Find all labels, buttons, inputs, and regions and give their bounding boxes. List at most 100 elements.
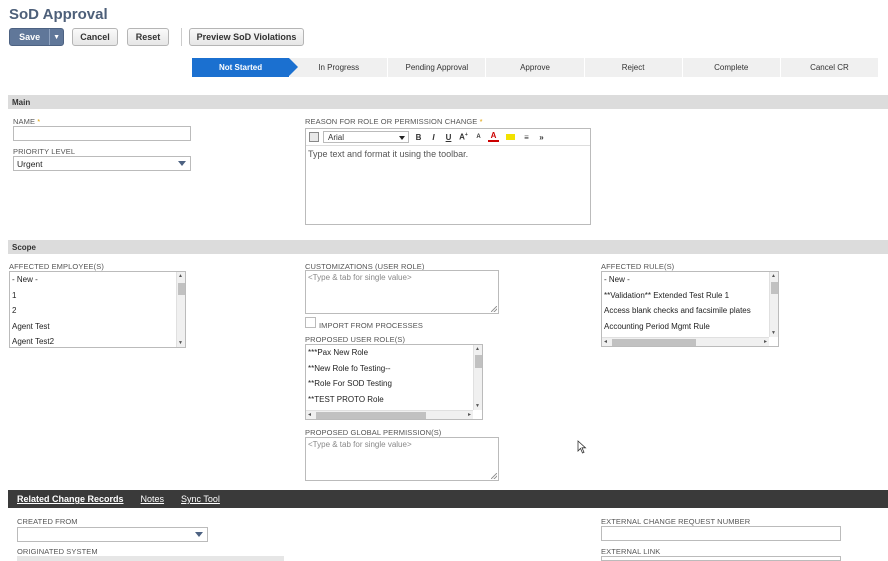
affected-rules-list[interactable]: - New - **Validation** Extended Test Rul…: [601, 271, 779, 347]
priority-level-value: Urgent: [17, 159, 43, 169]
scroll-up-icon[interactable]: ▲: [178, 273, 183, 279]
proposed-global-permissions-label: PROPOSED GLOBAL PERMISSION(S): [305, 428, 442, 437]
name-input[interactable]: [13, 126, 191, 141]
reason-label: REASON FOR ROLE OR PERMISSION CHANGE *: [305, 117, 483, 126]
scroll-down-icon[interactable]: ▼: [178, 340, 183, 346]
status-step-in-progress[interactable]: In Progress: [290, 58, 389, 77]
import-from-processes-label: IMPORT FROM PROCESSES: [319, 321, 423, 330]
underline-button[interactable]: U: [443, 133, 454, 142]
decrease-font-size-button[interactable]: A: [473, 134, 484, 140]
scroll-right-icon[interactable]: ▸: [764, 338, 767, 345]
list-item[interactable]: **TEST PROTO Role: [306, 392, 482, 408]
list-item[interactable]: ***Pax New Role: [306, 345, 482, 361]
format-icon[interactable]: [309, 132, 319, 142]
vertical-scrollbar[interactable]: ▲ ▼: [769, 272, 778, 337]
status-step-pending-approval[interactable]: Pending Approval: [388, 58, 487, 77]
highlight-color-icon[interactable]: [503, 133, 517, 142]
status-step-approve[interactable]: Approve: [486, 58, 585, 77]
list-item[interactable]: **New Role fo Testing--: [306, 361, 482, 377]
status-progress-bar: Not Started In Progress Pending Approval…: [192, 58, 879, 77]
required-marker: *: [37, 117, 41, 126]
priority-level-select[interactable]: Urgent: [13, 156, 191, 171]
tab-label: Sync Tool: [181, 494, 220, 504]
list-item[interactable]: - New -: [10, 272, 185, 288]
external-link-input[interactable]: [601, 556, 841, 561]
bold-button[interactable]: B: [413, 133, 424, 142]
section-header-scope: Scope: [8, 240, 888, 254]
list-item[interactable]: 1: [10, 288, 185, 304]
originated-system-label: ORIGINATED SYSTEM: [17, 547, 98, 556]
originated-system-field[interactable]: [17, 556, 284, 561]
affected-rules-label: AFFECTED RULE(S): [601, 262, 675, 271]
list-item[interactable]: 2: [10, 303, 185, 319]
tab-notes[interactable]: Notes: [141, 494, 165, 504]
scrollbar-thumb[interactable]: [475, 355, 482, 368]
font-family-select[interactable]: Arial: [323, 131, 409, 143]
external-change-request-number-label: EXTERNAL CHANGE REQUEST NUMBER: [601, 517, 751, 526]
align-icon[interactable]: ≡: [521, 133, 532, 142]
external-change-request-number-input[interactable]: [601, 526, 841, 541]
tab-related-change-records[interactable]: Related Change Records: [17, 494, 124, 504]
increase-font-size-button[interactable]: A+: [458, 132, 469, 142]
list-item[interactable]: Agent Test2: [10, 334, 185, 347]
font-color-button[interactable]: A: [488, 132, 499, 142]
italic-button[interactable]: I: [428, 133, 439, 142]
chevron-down-icon: [195, 532, 203, 537]
reason-editor-placeholder: Type text and format it using the toolba…: [308, 149, 469, 159]
status-step-reject[interactable]: Reject: [585, 58, 683, 77]
resize-handle-icon[interactable]: [491, 306, 497, 312]
scrollbar-thumb[interactable]: [612, 339, 696, 346]
tab-label: Notes: [140, 494, 165, 504]
resize-handle-icon[interactable]: [491, 473, 497, 479]
horizontal-scrollbar[interactable]: ◂ ▸: [602, 337, 769, 346]
rich-text-toolbar: Arial B I U A+ A A ≡ »: [306, 129, 590, 146]
reason-rich-text-editor[interactable]: Arial B I U A+ A A ≡ » Type text and for…: [305, 128, 591, 225]
chevron-down-icon: [178, 161, 186, 166]
proposed-user-roles-label: PROPOSED USER ROLE(S): [305, 335, 406, 344]
save-menu-arrow-icon[interactable]: ▼: [49, 29, 63, 45]
section-header-main: Main: [8, 95, 888, 109]
status-step-complete[interactable]: Complete: [683, 58, 781, 77]
scroll-down-icon[interactable]: ▼: [771, 330, 776, 336]
save-button[interactable]: Save ▼: [9, 28, 64, 46]
import-from-processes-checkbox[interactable]: [305, 317, 316, 328]
created-from-select[interactable]: [17, 527, 208, 542]
scroll-left-icon[interactable]: ◂: [308, 411, 311, 418]
scroll-right-icon[interactable]: ▸: [468, 411, 471, 418]
cancel-button[interactable]: Cancel: [72, 28, 118, 46]
decrease-font-icon: A: [476, 134, 481, 140]
customizations-placeholder: <Type & tab for single value>: [308, 273, 412, 282]
proposed-global-permissions-textarea[interactable]: <Type & tab for single value>: [305, 437, 499, 481]
customizations-textarea[interactable]: <Type & tab for single value>: [305, 270, 499, 314]
tab-sync-tool[interactable]: Sync Tool: [181, 494, 220, 504]
affected-employees-list[interactable]: - New - 1 2 Agent Test Agent Test2 ▲ ▼: [9, 271, 186, 348]
list-item[interactable]: Access blank checks and facsimile plates: [602, 303, 778, 319]
toolbar-separator: [181, 28, 182, 46]
preview-sod-violations-button[interactable]: Preview SoD Violations: [189, 28, 304, 46]
vertical-scrollbar[interactable]: ▲ ▼: [473, 345, 482, 410]
scrollbar-thumb[interactable]: [316, 412, 426, 419]
scroll-up-icon[interactable]: ▲: [771, 273, 776, 279]
list-item[interactable]: Agent Test: [10, 319, 185, 335]
list-item[interactable]: Accounting Period Mgmt Rule: [602, 319, 778, 335]
priority-level-label: PRIORITY LEVEL: [13, 147, 76, 156]
list-item[interactable]: **Validation** Extended Test Rule 1: [602, 288, 778, 304]
reset-button[interactable]: Reset: [127, 28, 169, 46]
list-item[interactable]: **Role For SOD Testing: [306, 376, 482, 392]
proposed-user-roles-list[interactable]: ***Pax New Role **New Role fo Testing-- …: [305, 344, 483, 420]
status-step-not-started[interactable]: Not Started: [192, 58, 299, 77]
scroll-left-icon[interactable]: ◂: [604, 338, 607, 345]
page-title: SoD Approval: [9, 6, 108, 23]
status-step-cancel-cr[interactable]: Cancel CR: [781, 58, 879, 77]
scrollbar-thumb[interactable]: [771, 282, 778, 294]
scroll-up-icon[interactable]: ▲: [475, 346, 480, 352]
scroll-down-icon[interactable]: ▼: [475, 403, 480, 409]
list-item[interactable]: - New -: [602, 272, 778, 288]
more-tools-button[interactable]: »: [536, 133, 547, 142]
vertical-scrollbar[interactable]: ▲ ▼: [176, 272, 185, 347]
scrollbar-thumb[interactable]: [178, 283, 185, 295]
horizontal-scrollbar[interactable]: ◂ ▸: [306, 410, 473, 419]
reason-label-text: REASON FOR ROLE OR PERMISSION CHANGE: [305, 117, 478, 126]
font-family-value: Arial: [328, 133, 345, 142]
subtab-bar: Related Change Records Notes Sync Tool: [8, 490, 888, 508]
